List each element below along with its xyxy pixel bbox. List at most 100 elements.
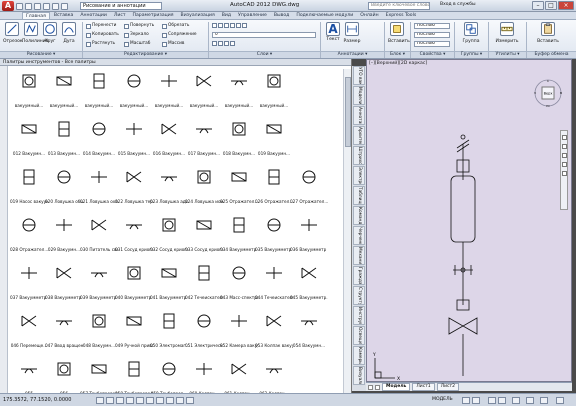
- palette-tool[interactable]: вакуумный...: [185, 71, 223, 121]
- scale-button[interactable]: Масштаб: [124, 41, 150, 47]
- prev-tab-arrow[interactable]: [375, 384, 380, 390]
- tab-online[interactable]: Онлайн: [357, 12, 381, 19]
- ducs-toggle[interactable]: [156, 397, 164, 404]
- quick-view-layouts-icon[interactable]: [462, 397, 470, 404]
- model-space-button[interactable]: МОДЕЛЬ: [432, 397, 453, 402]
- layer-properties-button[interactable]: [212, 23, 247, 28]
- palette-tool[interactable]: 030 Питатель сверхвысо...: [80, 215, 118, 265]
- drawing-canvas[interactable]: Y X: [367, 60, 573, 383]
- grid-toggle[interactable]: [106, 397, 114, 404]
- palette-side-tab[interactable]: Штриховки: [353, 146, 365, 165]
- panel-label-utilities[interactable]: Утилиты ▾: [489, 51, 526, 58]
- close-button[interactable]: ×: [558, 1, 574, 10]
- ortho-toggle[interactable]: [116, 397, 124, 404]
- palette-side-tab[interactable]: Гражданское: [353, 266, 365, 285]
- palette-side-tab[interactable]: Команды: [353, 206, 365, 225]
- palette-tool[interactable]: 028 Отражател...: [10, 215, 48, 265]
- stretch-button[interactable]: Растянуть: [86, 41, 115, 47]
- palette-side-tab[interactable]: Камеры: [353, 346, 365, 365]
- palette-tool[interactable]: 045 Вакуумметр...: [290, 263, 328, 313]
- paste-button[interactable]: Вставить: [532, 22, 564, 49]
- palette-tool[interactable]: 046 Перемеще...: [10, 311, 48, 361]
- clean-screen-icon[interactable]: [556, 397, 564, 404]
- palette-tool[interactable]: 024 Ловушка ионная: [185, 167, 223, 217]
- palette-side-tab[interactable]: Таблицы: [353, 186, 365, 205]
- palette-tool[interactable]: 057 Трубопровод: [80, 359, 118, 393]
- linetype-dropdown[interactable]: ПоСлою: [414, 32, 450, 38]
- panel-label-groups[interactable]: Группы ▾: [455, 51, 488, 58]
- palette-tool[interactable]: 055: [10, 359, 48, 393]
- text-tool-button[interactable]: A Текст: [324, 22, 342, 49]
- tab-layout2[interactable]: Лист2: [436, 383, 459, 391]
- palette-tool[interactable]: 054 Вакуумн...: [290, 311, 328, 361]
- palette-tool[interactable]: 042 Течеискатель...: [185, 263, 223, 313]
- panel-label-modify[interactable]: Редактирование ▾: [83, 51, 208, 58]
- palette-tool[interactable]: 032 Сосуд криогенный...: [150, 215, 188, 265]
- tab-layout1[interactable]: Лист1: [412, 383, 435, 391]
- quick-view-drawings-icon[interactable]: [472, 397, 480, 404]
- qp-toggle[interactable]: [186, 397, 194, 404]
- palette-tool[interactable]: 023 Ловушка адсорбцион...: [150, 167, 188, 217]
- palette-side-tab[interactable]: УГО вакуумной: [353, 66, 365, 85]
- snap-toggle[interactable]: [96, 397, 104, 404]
- palette-tool[interactable]: 012 Вакуумн...: [10, 119, 48, 169]
- tab-render[interactable]: Визуализация: [178, 12, 218, 19]
- palette-tool[interactable]: 043 Масс-спектрометр...: [220, 263, 258, 313]
- palette-tool[interactable]: 049 Ручной привод: [115, 311, 153, 361]
- palette-tool[interactable]: 021 Ловушка охлаждаемая: [80, 167, 118, 217]
- trim-button[interactable]: Обрезать: [162, 23, 189, 29]
- open-icon[interactable]: [25, 2, 32, 10]
- palette-tool[interactable]: 034 Вакуумметр общее обо...: [220, 215, 258, 265]
- tab-insert[interactable]: Вставка: [51, 12, 76, 19]
- polar-toggle[interactable]: [126, 397, 134, 404]
- palette-tool[interactable]: 041 Вакуумметр мембранный: [150, 263, 188, 313]
- cursor-coordinates[interactable]: 175.3572, 77.1520, 0.0000: [3, 397, 71, 403]
- redo-icon[interactable]: [52, 2, 59, 10]
- copy-button[interactable]: Копировать: [86, 32, 119, 38]
- application-menu-button[interactable]: A: [2, 1, 14, 11]
- first-tab-arrow[interactable]: [368, 384, 373, 390]
- dimension-tool-button[interactable]: Размер: [343, 22, 361, 49]
- palette-tool[interactable]: 060 Колпак...: [185, 359, 223, 393]
- palette-tool[interactable]: 027 Отражател...: [290, 167, 328, 217]
- move-button[interactable]: Перенести: [86, 23, 116, 29]
- palette-tool[interactable]: 061 Колпак...: [220, 359, 258, 393]
- new-icon[interactable]: [16, 2, 23, 10]
- palette-tool[interactable]: 013 Вакуумн...: [45, 119, 83, 169]
- palette-tool[interactable]: 015 Вакуумн...: [115, 119, 153, 169]
- palette-tool[interactable]: 019 Насос вакуумный...: [10, 167, 48, 217]
- circle-tool-button[interactable]: Круг: [41, 22, 59, 49]
- palette-tool[interactable]: 040 Вакуумметр мембранный...: [115, 263, 153, 313]
- tab-plugins[interactable]: Подключаемые модули: [293, 12, 356, 19]
- login-button[interactable]: Вход в службы: [440, 2, 476, 7]
- palette-tool[interactable]: 019 Вакуумн...: [255, 119, 293, 169]
- palette-tool[interactable]: 047 Ввод вращения: [45, 311, 83, 361]
- isolate-objects-icon[interactable]: [526, 397, 534, 404]
- palette-tool[interactable]: 038 Вакуумметр радиоизото...: [45, 263, 83, 313]
- palette-tool[interactable]: 025 Отражател...: [220, 167, 258, 217]
- tab-home[interactable]: Главная: [22, 12, 50, 19]
- palette-side-tab[interactable]: Электро: [353, 166, 365, 185]
- palette-tool[interactable]: 059 Трубопров...: [150, 359, 188, 393]
- tab-output[interactable]: Вывод: [271, 12, 292, 19]
- palette-tool[interactable]: 052 Камера вакуумная: [220, 311, 258, 361]
- group-button[interactable]: Группа: [458, 22, 484, 49]
- workspace-switch-icon[interactable]: [498, 397, 506, 404]
- palette-tool[interactable]: 036 Вакуумметр ионизацион...: [290, 215, 328, 265]
- palette-side-tab[interactable]: Инструменты: [353, 306, 365, 325]
- tab-view[interactable]: Вид: [219, 12, 234, 19]
- tab-manage[interactable]: Управление: [235, 12, 270, 19]
- palette-tool[interactable]: 062 Колпак...: [255, 359, 293, 393]
- palette-side-tab[interactable]: Структурные: [353, 286, 365, 305]
- lineweight-toggle[interactable]: [176, 397, 184, 404]
- palette-tool[interactable]: вакуумный...: [255, 71, 293, 121]
- palette-side-tab[interactable]: Моделирование: [353, 86, 365, 105]
- palette-tool[interactable]: вакуумный...: [80, 71, 118, 121]
- palette-side-tab[interactable]: Механические: [353, 246, 365, 265]
- palette-tool[interactable]: 016 Вакуумн...: [150, 119, 188, 169]
- layer-dropdown[interactable]: 0: [212, 32, 316, 38]
- layer-walk-icon[interactable]: [224, 41, 229, 46]
- palette-side-tab[interactable]: Архитектурный: [353, 126, 365, 145]
- lineweight-dropdown[interactable]: ПоСлою: [414, 41, 450, 47]
- palette-side-tab[interactable]: Освещение: [353, 326, 365, 345]
